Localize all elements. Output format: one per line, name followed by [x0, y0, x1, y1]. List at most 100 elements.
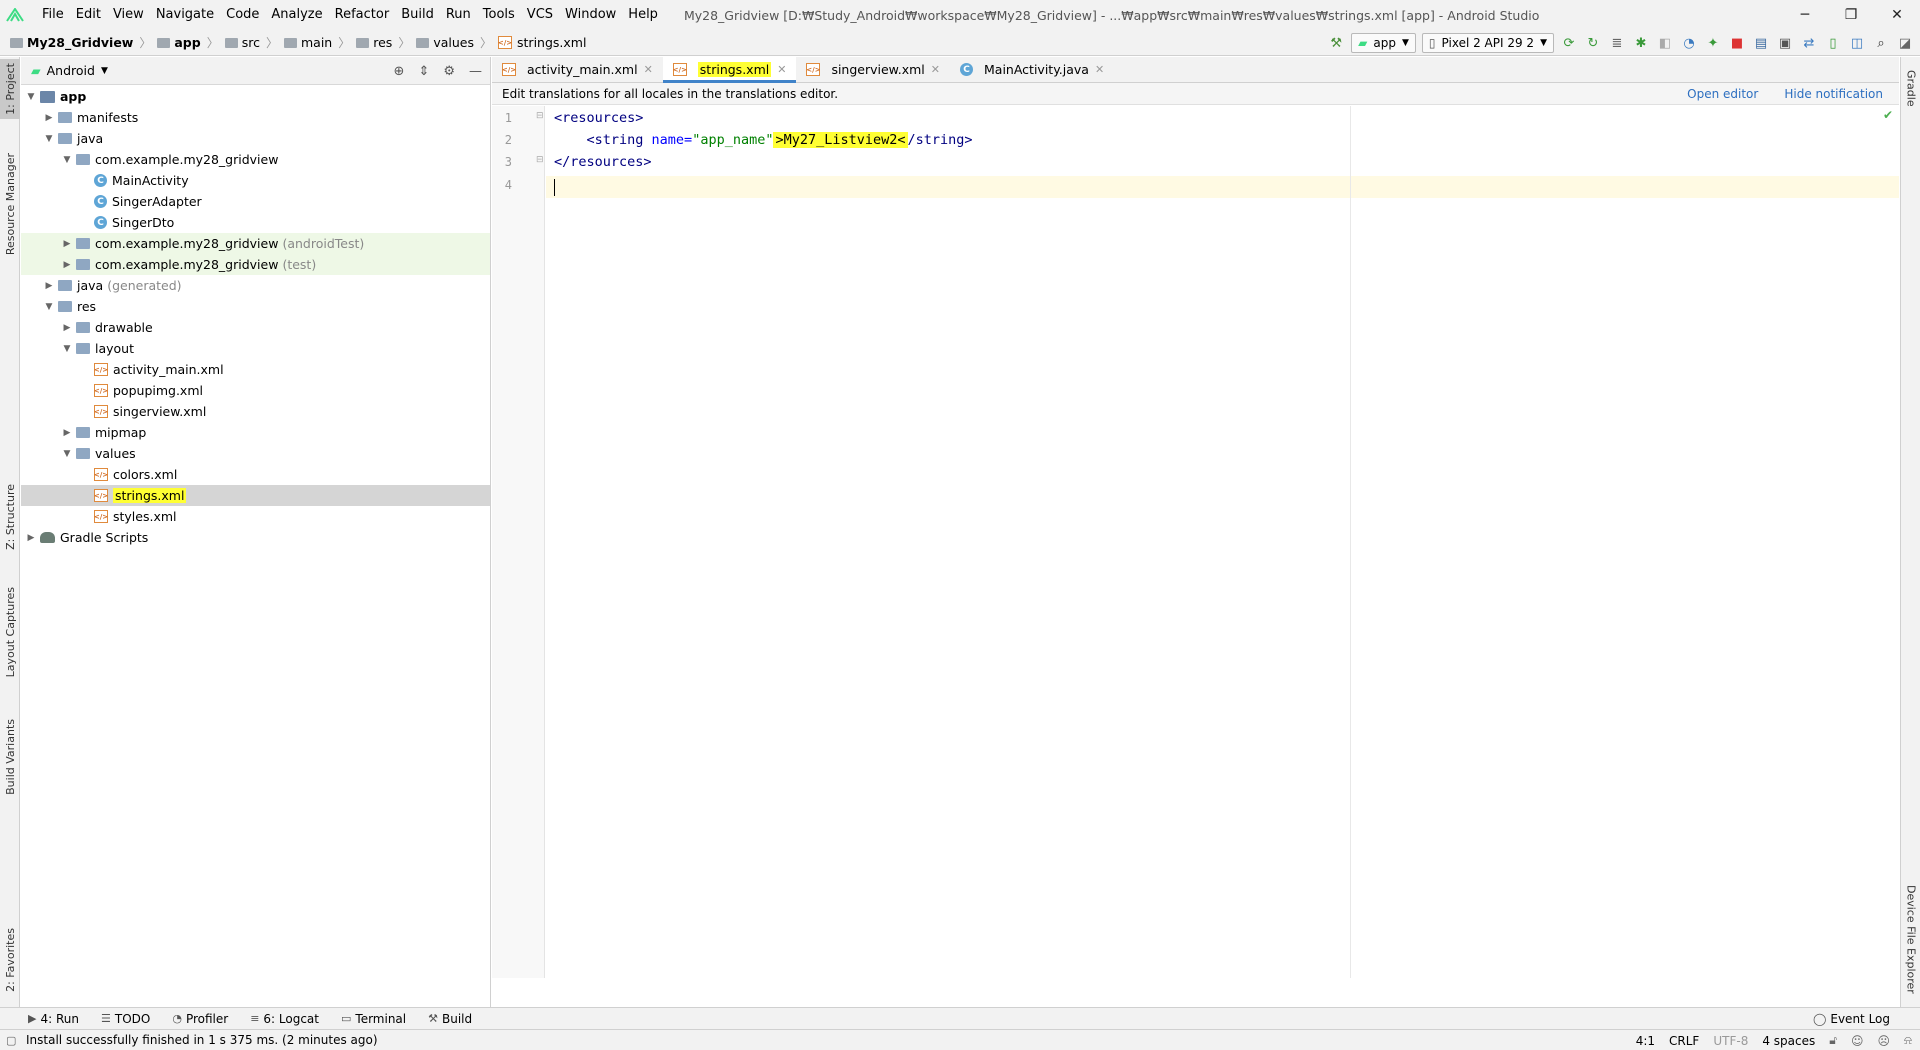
- menu-analyze[interactable]: Analyze: [265, 0, 328, 30]
- tree-item[interactable]: </> activity_main.xml: [21, 359, 490, 380]
- indent-setting[interactable]: 4 spaces: [1762, 1034, 1815, 1048]
- menu-edit[interactable]: Edit: [70, 0, 107, 30]
- tree-item[interactable]: ▶ java (generated): [21, 275, 490, 296]
- menu-navigate[interactable]: Navigate: [150, 0, 220, 30]
- tree-item[interactable]: C MainActivity: [21, 170, 490, 191]
- project-view-select[interactable]: ▰ Android ▼: [31, 63, 108, 78]
- editor-tab[interactable]: </> activity_main.xml ✕: [492, 57, 663, 82]
- menu-refactor[interactable]: Refactor: [329, 0, 396, 30]
- tree-item[interactable]: </> colors.xml: [21, 464, 490, 485]
- run-config-select[interactable]: ▰ app ▼: [1351, 33, 1416, 53]
- menu-view[interactable]: View: [107, 0, 150, 30]
- debug-bug-icon[interactable]: ✱: [1632, 34, 1650, 52]
- tree-item[interactable]: </> popupimg.xml: [21, 380, 490, 401]
- collapsed-arrow-icon[interactable]: ▶: [43, 113, 55, 123]
- build-hammer-icon[interactable]: ⚒: [1327, 34, 1345, 52]
- menu-help[interactable]: Help: [622, 0, 664, 30]
- file-encoding[interactable]: UTF-8: [1713, 1034, 1748, 1048]
- tool-tab-layout-captures[interactable]: Layout Captures: [0, 577, 20, 687]
- menu-vcs[interactable]: VCS: [521, 0, 559, 30]
- collapsed-arrow-icon[interactable]: ▶: [61, 239, 73, 249]
- tree-item[interactable]: C SingerDto: [21, 212, 490, 233]
- bottom-tool-build[interactable]: ⚒ Build: [428, 1012, 472, 1026]
- breadcrumb-item[interactable]: src: [221, 35, 264, 50]
- collapsed-arrow-icon[interactable]: ▶: [61, 260, 73, 270]
- collapse-all-icon[interactable]: ⇕: [418, 64, 429, 79]
- tree-item[interactable]: ▶ mipmap: [21, 422, 490, 443]
- tree-item[interactable]: ▼ layout: [21, 338, 490, 359]
- hide-panel-icon[interactable]: —: [469, 64, 482, 79]
- search-icon[interactable]: ⌕: [1872, 34, 1890, 52]
- status-message[interactable]: Install successfully finished in 1 s 375…: [26, 1033, 378, 1047]
- breadcrumb-item[interactable]: app: [153, 35, 204, 50]
- smile-icon[interactable]: ☺: [1851, 1034, 1864, 1048]
- editor-tab[interactable]: </> singerview.xml ✕: [796, 57, 950, 82]
- breadcrumb-item[interactable]: values: [412, 35, 478, 50]
- close-tab-icon[interactable]: ✕: [777, 63, 786, 76]
- close-tab-icon[interactable]: ✕: [1095, 63, 1104, 76]
- event-log-button[interactable]: ◯ Event Log: [1813, 1008, 1890, 1030]
- locate-file-icon[interactable]: ⊕: [394, 64, 405, 79]
- tree-item[interactable]: ▶ Gradle Scripts: [21, 527, 490, 548]
- bottom-tool-terminal[interactable]: ▭ Terminal: [341, 1012, 406, 1026]
- bottom-tool-logcat[interactable]: ≡ 6: Logcat: [250, 1012, 319, 1026]
- sync-gradle-icon[interactable]: ⇄: [1800, 34, 1818, 52]
- expanded-arrow-icon[interactable]: ▼: [25, 92, 37, 102]
- device-manager-icon[interactable]: ◫: [1848, 34, 1866, 52]
- fold-marker-icon[interactable]: ⊟: [536, 155, 544, 165]
- collapsed-arrow-icon[interactable]: ▶: [61, 428, 73, 438]
- code-editor[interactable]: 1 2 3 4 ⊟ ⊟ <resources> <string name="ap…: [492, 106, 1899, 978]
- tree-item[interactable]: </> styles.xml: [21, 506, 490, 527]
- tree-item[interactable]: C SingerAdapter: [21, 191, 490, 212]
- expanded-arrow-icon[interactable]: ▼: [43, 134, 55, 144]
- breadcrumb-item[interactable]: </> strings.xml: [494, 35, 590, 50]
- attach-debugger-icon[interactable]: ✦: [1704, 34, 1722, 52]
- apply-changes-icon[interactable]: ⟳: [1560, 34, 1578, 52]
- coverage-icon[interactable]: ◧: [1656, 34, 1674, 52]
- gear-icon[interactable]: ⚙: [443, 64, 455, 79]
- collapsed-arrow-icon[interactable]: ▶: [25, 533, 37, 543]
- expanded-arrow-icon[interactable]: ▼: [61, 344, 73, 354]
- menu-build[interactable]: Build: [395, 0, 440, 30]
- sdk-manager-icon[interactable]: ▣: [1776, 34, 1794, 52]
- project-structure-icon[interactable]: ▤: [1752, 34, 1770, 52]
- tip-icon[interactable]: ◪: [1896, 34, 1914, 52]
- fold-marker-icon[interactable]: ⊟: [536, 111, 544, 121]
- menu-window[interactable]: Window: [559, 0, 622, 30]
- editor-tab[interactable]: C MainActivity.java ✕: [950, 57, 1114, 82]
- tree-item[interactable]: ▼ java: [21, 128, 490, 149]
- profile-gauge-icon[interactable]: ◔: [1680, 34, 1698, 52]
- tool-tab-project[interactable]: 1: Project: [0, 59, 20, 119]
- close-tab-icon[interactable]: ✕: [644, 63, 653, 76]
- tool-tab-resource-manager[interactable]: Resource Manager: [0, 147, 20, 262]
- tree-item[interactable]: ▶ manifests: [21, 107, 490, 128]
- menu-file[interactable]: File: [36, 0, 70, 30]
- minimize-button[interactable]: ─: [1782, 0, 1828, 30]
- tree-item[interactable]: </> singerview.xml: [21, 401, 490, 422]
- tree-item[interactable]: ▼ app: [21, 86, 490, 107]
- menu-tools[interactable]: Tools: [477, 0, 521, 30]
- tree-item[interactable]: ▼ values: [21, 443, 490, 464]
- line-separator[interactable]: CRLF: [1669, 1034, 1699, 1048]
- bottom-tool-profiler[interactable]: ◔ Profiler: [172, 1012, 228, 1026]
- tree-item[interactable]: ▶ drawable: [21, 317, 490, 338]
- editor-tab[interactable]: </> strings.xml ✕: [662, 57, 797, 83]
- collapsed-arrow-icon[interactable]: ▶: [61, 323, 73, 333]
- tool-tab-structure[interactable]: Z: Structure: [0, 477, 20, 557]
- cursor-position[interactable]: 4:1: [1636, 1034, 1655, 1048]
- tool-tab-favorites[interactable]: 2: Favorites: [0, 917, 20, 1002]
- sad-icon[interactable]: ☹: [1878, 1034, 1891, 1048]
- tool-tab-gradle[interactable]: Gradle: [1901, 61, 1920, 116]
- tree-item[interactable]: ▼ com.example.my28_gridview: [21, 149, 490, 170]
- stop-icon[interactable]: ■: [1728, 34, 1746, 52]
- tool-tab-build-variants[interactable]: Build Variants: [0, 707, 20, 807]
- expanded-arrow-icon[interactable]: ▼: [61, 449, 73, 459]
- apply-code-changes-icon[interactable]: ↻: [1584, 34, 1602, 52]
- device-select[interactable]: ▯ Pixel 2 API 29 2 ▼: [1421, 33, 1554, 53]
- open-editor-link[interactable]: Open editor: [1687, 87, 1758, 101]
- expanded-arrow-icon[interactable]: ▼: [61, 155, 73, 165]
- tree-item[interactable]: ▼ res: [21, 296, 490, 317]
- breadcrumb-item[interactable]: My28_Gridview: [6, 35, 137, 50]
- breadcrumb-item[interactable]: res: [352, 35, 396, 50]
- maximize-button[interactable]: ❐: [1828, 0, 1874, 30]
